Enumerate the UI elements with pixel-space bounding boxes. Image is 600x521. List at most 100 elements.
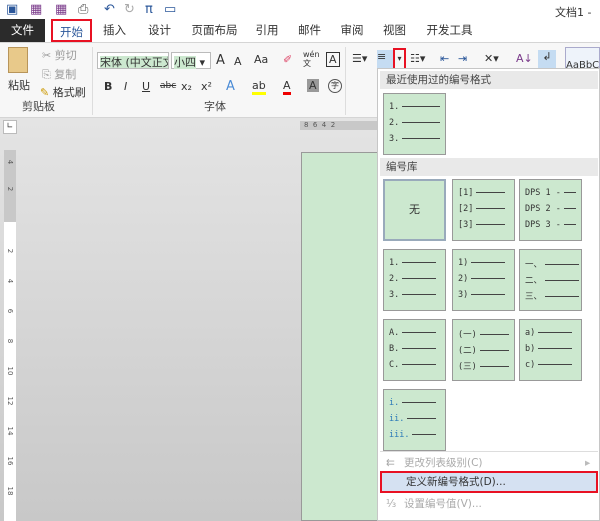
- format-line: DPS 1 -: [525, 188, 576, 198]
- numbering-format-item[interactable]: 一、 二、 三、: [519, 249, 582, 311]
- tab-mailings[interactable]: 邮件: [287, 19, 332, 42]
- number-label: 1): [458, 258, 469, 268]
- numbering-icon[interactable]: ≡: [377, 50, 393, 68]
- horizontal-ruler[interactable]: 8 6 4 2: [300, 121, 378, 130]
- bold-button[interactable]: B: [104, 80, 112, 93]
- tab-insert[interactable]: 插入: [92, 19, 137, 42]
- bullets-icon[interactable]: ☰▾: [352, 52, 367, 65]
- ruler-number: 4: [6, 159, 14, 165]
- format-line: 2.: [389, 274, 437, 284]
- number-label: i.: [389, 398, 400, 408]
- change-case-button[interactable]: Aa: [254, 53, 268, 66]
- numbering-format-item[interactable]: DPS 1 - DPS 2 - DPS 3 -: [519, 179, 582, 241]
- print-icon[interactable]: ⎙: [78, 2, 88, 17]
- numbering-format-item[interactable]: a) b) c): [519, 319, 582, 381]
- format-line: ii.: [389, 414, 437, 424]
- word-logo-icon: ▣: [6, 2, 19, 17]
- recent-format-item[interactable]: 1. 2. 3.: [383, 93, 446, 155]
- number-label: 1.: [389, 102, 400, 112]
- decrease-indent-icon[interactable]: ⇤: [440, 52, 449, 65]
- cut-button[interactable]: ✂ 剪切: [42, 47, 77, 63]
- ruler-number: 12: [6, 396, 14, 406]
- text-effects-icon[interactable]: A: [226, 79, 235, 94]
- sort-icon[interactable]: A↓: [516, 52, 533, 65]
- format-line: 一、: [525, 258, 580, 270]
- font-color-icon[interactable]: A: [283, 79, 291, 95]
- numbering-format-item[interactable]: 1) 2) 3): [452, 249, 515, 311]
- asian-layout-icon[interactable]: ✕▾: [484, 52, 499, 65]
- undo-icon[interactable]: ↶: [104, 2, 115, 17]
- set-numbering-value-item[interactable]: ⅓ 设置编号值(V)...: [380, 494, 598, 514]
- font-size-select[interactable]: 小四 ▾: [171, 52, 211, 69]
- multilevel-list-icon[interactable]: ☷▾: [410, 52, 425, 65]
- divider: [92, 47, 93, 115]
- numbering-format-item[interactable]: 1. 2. 3.: [383, 249, 446, 311]
- italic-button[interactable]: I: [124, 80, 127, 93]
- tab-file[interactable]: 文件: [0, 19, 45, 42]
- tab-design[interactable]: 设计: [137, 19, 182, 42]
- paste-button[interactable]: 粘贴: [8, 77, 30, 93]
- tab-selector[interactable]: ∟: [3, 120, 17, 134]
- format-line: iii.: [389, 430, 437, 440]
- char-shading-icon[interactable]: A: [307, 79, 319, 92]
- format-line: C.: [389, 360, 437, 370]
- number-label: 2.: [389, 274, 400, 284]
- tab-references[interactable]: 引用: [247, 19, 287, 42]
- redo-icon[interactable]: ↻: [124, 2, 135, 17]
- define-new-number-format-item[interactable]: 定义新编号格式(D)...: [380, 471, 598, 493]
- numbering-format-item[interactable]: (一) (二) (三): [452, 319, 515, 381]
- paste-icon[interactable]: [8, 47, 28, 73]
- tab-home[interactable]: 开始: [51, 19, 92, 42]
- numbering-none[interactable]: 无: [383, 179, 446, 241]
- change-list-level-item[interactable]: ⇇ 更改列表级别(C) ▸: [380, 453, 598, 473]
- format-line: b): [525, 344, 573, 354]
- underline-button[interactable]: U: [142, 80, 150, 93]
- format-line: c): [525, 360, 573, 370]
- number-label: 1.: [389, 258, 400, 268]
- number-label: 一、: [525, 260, 543, 270]
- tab-layout[interactable]: 页面布局: [182, 19, 247, 42]
- number-label: (一): [458, 330, 477, 340]
- vertical-ruler[interactable]: 4 2 2 4 6 8 10 12 14 16 18: [4, 150, 16, 521]
- phonetic-guide-button[interactable]: wén文: [303, 50, 320, 68]
- window-icon[interactable]: ▭: [164, 2, 176, 17]
- clear-format-icon[interactable]: ✐: [283, 53, 292, 66]
- number-label: [1]: [458, 188, 474, 198]
- equation-icon[interactable]: π: [145, 2, 153, 17]
- number-label: 3): [458, 290, 469, 300]
- enclose-char-icon[interactable]: 字: [328, 79, 342, 93]
- tab-review[interactable]: 审阅: [332, 19, 372, 42]
- grow-font-button[interactable]: A: [216, 53, 225, 68]
- save-as-icon[interactable]: ▦: [55, 2, 67, 17]
- show-marks-icon[interactable]: ↲: [538, 50, 556, 70]
- number-label: 三、: [525, 292, 543, 302]
- numbering-dropdown-button[interactable]: ▾: [393, 48, 406, 70]
- ruler-number: 2: [6, 248, 14, 254]
- format-line: 3.: [389, 290, 437, 300]
- ruler-number: 10: [6, 366, 14, 376]
- format-line: (三): [458, 360, 509, 372]
- tab-view[interactable]: 视图: [372, 19, 417, 42]
- recent-formats-header: 最近使用过的编号格式: [380, 71, 598, 89]
- format-line: B.: [389, 344, 437, 354]
- format-line: [1]: [458, 188, 506, 198]
- save-icon[interactable]: ▦: [30, 2, 42, 17]
- numbering-format-item[interactable]: A. B. C.: [383, 319, 446, 381]
- numbering-format-item[interactable]: i. ii. iii.: [383, 389, 446, 451]
- numbering-format-item[interactable]: [1] [2] [3]: [452, 179, 515, 241]
- ruler-number: 6: [6, 308, 14, 314]
- char-border-button[interactable]: A: [326, 52, 340, 67]
- increase-indent-icon[interactable]: ⇥: [458, 52, 467, 65]
- subscript-button[interactable]: x₂: [181, 80, 192, 93]
- highlight-icon[interactable]: ab: [252, 79, 266, 95]
- tab-developer[interactable]: 开发工具: [417, 19, 482, 42]
- format-line: (一): [458, 328, 509, 340]
- format-line: 二、: [525, 274, 580, 286]
- quick-access-toolbar: ▣ ▦ ▦ ⎙ ↶ ↻ π ▭ 文档1 - W: [0, 0, 600, 33]
- document-page[interactable]: [301, 152, 381, 521]
- superscript-button[interactable]: x²: [201, 80, 212, 93]
- strikethrough-button[interactable]: abc: [160, 81, 176, 91]
- font-name-select[interactable]: 宋体 (中文正文: [97, 52, 169, 69]
- shrink-font-button[interactable]: A: [234, 55, 242, 68]
- copy-button[interactable]: ⎘ 复制: [42, 66, 76, 82]
